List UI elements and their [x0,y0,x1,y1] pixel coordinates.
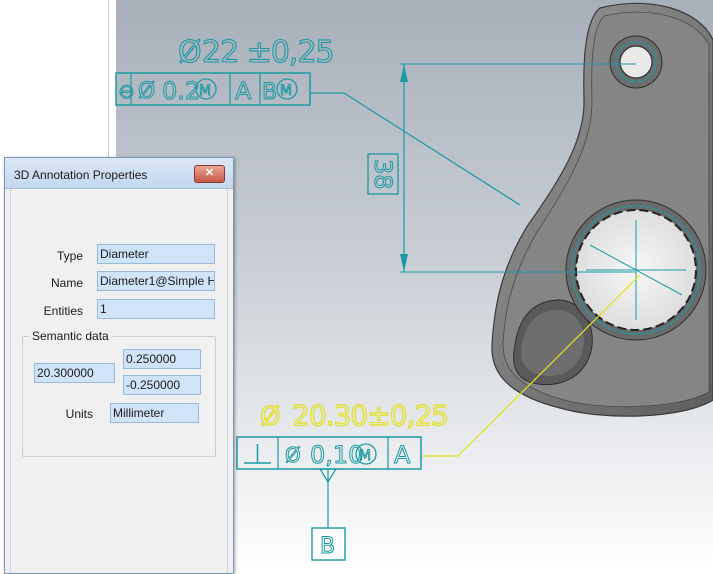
name-label: Name [50,276,83,290]
name-field[interactable]: Diameter1@Simple Hole [97,271,215,291]
bottom-diameter-symbol: Ø [260,402,280,432]
dialog-body: Type Diameter Name Diameter1@Simple Hole… [10,189,228,573]
top-diameter-dimension[interactable]: Ø 22 ±0,25 [177,34,335,70]
datum-a-ref: A [235,77,252,105]
close-button[interactable]: ✕ [194,165,225,183]
bottom-mmc-modifier: M [359,448,371,464]
mmc-modifier: M [199,83,211,99]
top-dimension-value: 22 ±0,25 [202,35,334,70]
type-label: Type [56,249,83,263]
type-field[interactable]: Diameter [97,244,215,264]
fcf-partial-symbol: ⊖ [118,79,135,103]
graphics-viewport[interactable]: Ø 22 ±0,25 ⊖ Ø 0.2 M A B M 38 Ø 20.30±0,… [0,0,713,574]
diameter-symbol: Ø [178,35,202,70]
entities-label: Entities [43,304,83,318]
entities-field[interactable]: 1 [97,299,215,319]
vertical-dimension-value: 38 [369,159,397,190]
close-icon: ✕ [204,167,215,179]
fcf-diameter-symbol: Ø [138,79,155,104]
units-label: Units [65,407,93,421]
bottom-datum-a-ref: A [394,441,411,469]
datum-b-modifier: M [280,83,292,99]
dialog-title: 3D Annotation Properties [14,168,148,182]
upper-tolerance-field[interactable]: 0.250000 [123,349,201,369]
dialog-titlebar[interactable]: 3D Annotation Properties ✕ [5,158,233,189]
lower-tolerance-field[interactable]: -0.250000 [123,375,201,395]
nominal-value-field[interactable]: 20.300000 [34,363,115,383]
datum-b-label: B [320,534,335,559]
semantic-data-group: Semantic data 20.300000 0.250000 -0.2500… [22,329,216,457]
bottom-fcf-diameter-symbol: Ø [285,443,301,467]
semantic-data-title: Semantic data [29,329,112,343]
bottom-dimension-value: 20.30±0,25 [292,399,448,432]
annotation-properties-dialog: 3D Annotation Properties ✕ Type Diameter… [4,157,234,574]
datum-b-ref: B [262,80,277,105]
fcf-tolerance: 0.2 [162,77,200,105]
units-field[interactable]: Millimeter [110,403,199,423]
